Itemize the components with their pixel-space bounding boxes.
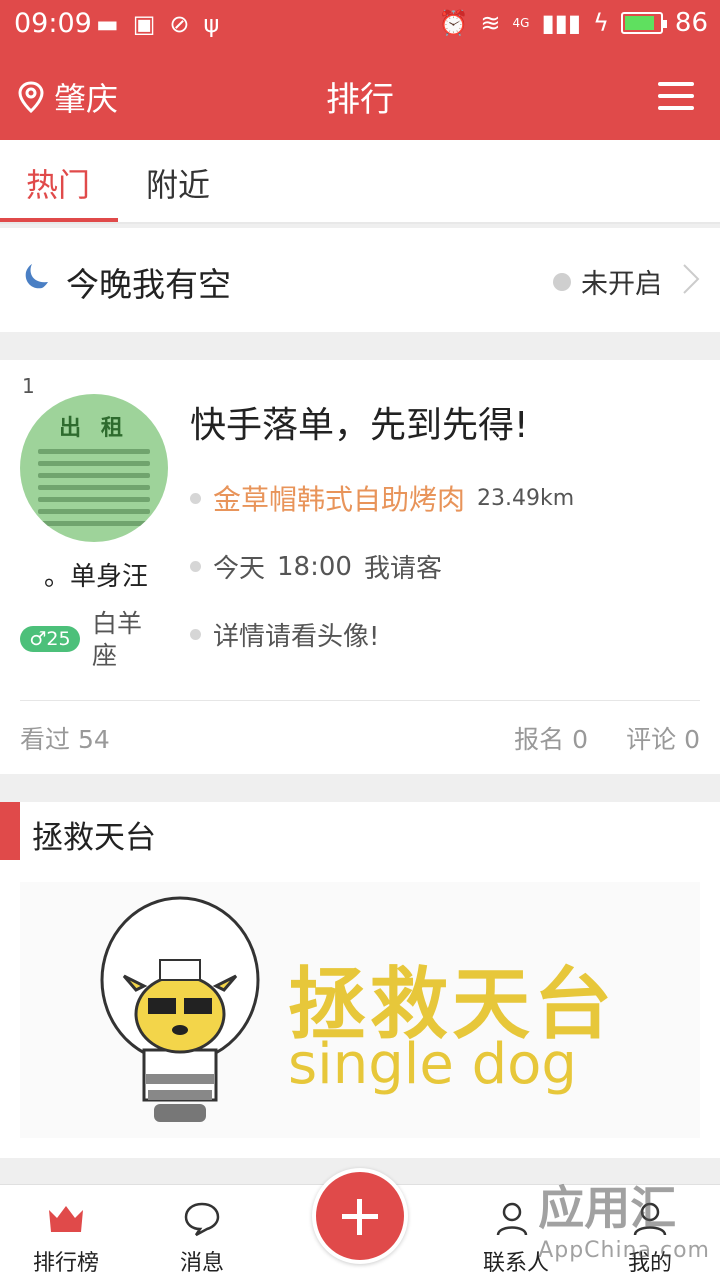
check-circle-icon: ⊘: [169, 10, 190, 38]
contacts-icon: [496, 1202, 528, 1236]
gender-age-badge: ♂25: [20, 626, 80, 652]
time-value: 18:00: [277, 551, 352, 582]
section-accent-bar: [0, 802, 20, 860]
signups-count[interactable]: 报名 0: [514, 720, 588, 756]
lightbulb-dog-icon: [100, 896, 260, 1122]
tab-bar: 热门 附近: [0, 140, 720, 224]
menu-icon[interactable]: [658, 82, 694, 110]
tab-hot[interactable]: 热门: [26, 160, 90, 206]
tab-indicator: [0, 218, 118, 222]
status-dot: [553, 272, 571, 291]
message-icon: ▬: [96, 10, 119, 38]
battery-fill: [624, 16, 655, 30]
divider: [20, 700, 700, 701]
section-title: 拯救天台: [32, 820, 156, 856]
tonight-status-text: 未开启: [581, 269, 662, 300]
zodiac: 白羊座: [92, 609, 143, 670]
avatar[interactable]: 出 租: [20, 394, 168, 542]
nav-ranking-label: 排行榜: [32, 1251, 99, 1276]
views-count: 看过 54: [20, 725, 110, 754]
rank-number: 1: [22, 374, 35, 398]
nav-messages-label: 消息: [179, 1251, 224, 1276]
distance: 23.49km: [477, 485, 575, 511]
avatar-poster-text: 出 租: [59, 416, 129, 441]
place-row: 金草帽韩式自助烤肉 23.49km: [190, 478, 574, 518]
nav-messages[interactable]: 消息: [152, 1199, 252, 1277]
wifi-icon: ≋: [480, 9, 501, 37]
charging-icon: ϟ: [593, 9, 609, 37]
moon-icon: [25, 264, 48, 289]
status-time: 09:09: [14, 8, 92, 39]
alarm-icon: ⏰: [438, 9, 469, 37]
chat-bubble-icon: [184, 1202, 220, 1237]
image-icon: ▣: [132, 10, 156, 38]
chevron-right-icon: [683, 264, 700, 294]
section-banner[interactable]: 拯救天台 single dog: [20, 882, 700, 1138]
watermark-sub: AppChina.com: [538, 1238, 710, 1263]
tonight-status: 未开启: [553, 262, 662, 301]
add-button[interactable]: [312, 1168, 408, 1264]
time-label: 今天: [213, 554, 266, 584]
rescue-rooftop-section: 拯救天台 拯救天台 single dog: [0, 802, 720, 1158]
comments-count[interactable]: 评论 0: [626, 720, 700, 756]
page-title: 排行: [326, 80, 394, 120]
network-type: 4G: [512, 16, 530, 30]
tab-nearby[interactable]: 附近: [146, 160, 210, 206]
app-bar: 肇庆 排行: [0, 52, 720, 140]
signal-icon: ▮▮▮: [541, 9, 582, 37]
note-text: 详情请看头像!: [213, 622, 380, 652]
tonight-free-row[interactable]: 今晚我有空 未开启: [0, 228, 720, 332]
battery-icon: [620, 12, 667, 34]
listing-headline: 快手落单，先到先得!: [190, 405, 529, 446]
note-row: 详情请看头像!: [190, 616, 379, 653]
listing-card[interactable]: 1 出 租 。单身汪 ♂25 白羊座 快手落单，先到先得! 金草帽韩式自助烤肉 …: [0, 360, 720, 774]
banner-subtitle: single dog: [288, 1032, 577, 1097]
appchina-watermark: 应用汇 AppChina.com: [538, 1172, 710, 1263]
nav-ranking[interactable]: 排行榜: [16, 1199, 116, 1277]
pay-type: 我请客: [363, 554, 442, 584]
nickname: 。单身汪: [44, 562, 149, 592]
tonight-label: 今晚我有空: [66, 265, 231, 304]
status-bar: 09:09 ▬ ▣ ⊘ ψ ⏰ ≋ 4G ▮▮▮ ϟ 86: [0, 0, 720, 52]
usb-icon: ψ: [203, 10, 220, 38]
battery-percent: 86: [674, 8, 708, 38]
place-name[interactable]: 金草帽韩式自助烤肉: [213, 478, 465, 518]
time-row: 今天 18:00 我请客: [190, 548, 442, 585]
watermark-main: 应用汇: [538, 1181, 677, 1235]
crown-icon: [49, 1206, 83, 1232]
